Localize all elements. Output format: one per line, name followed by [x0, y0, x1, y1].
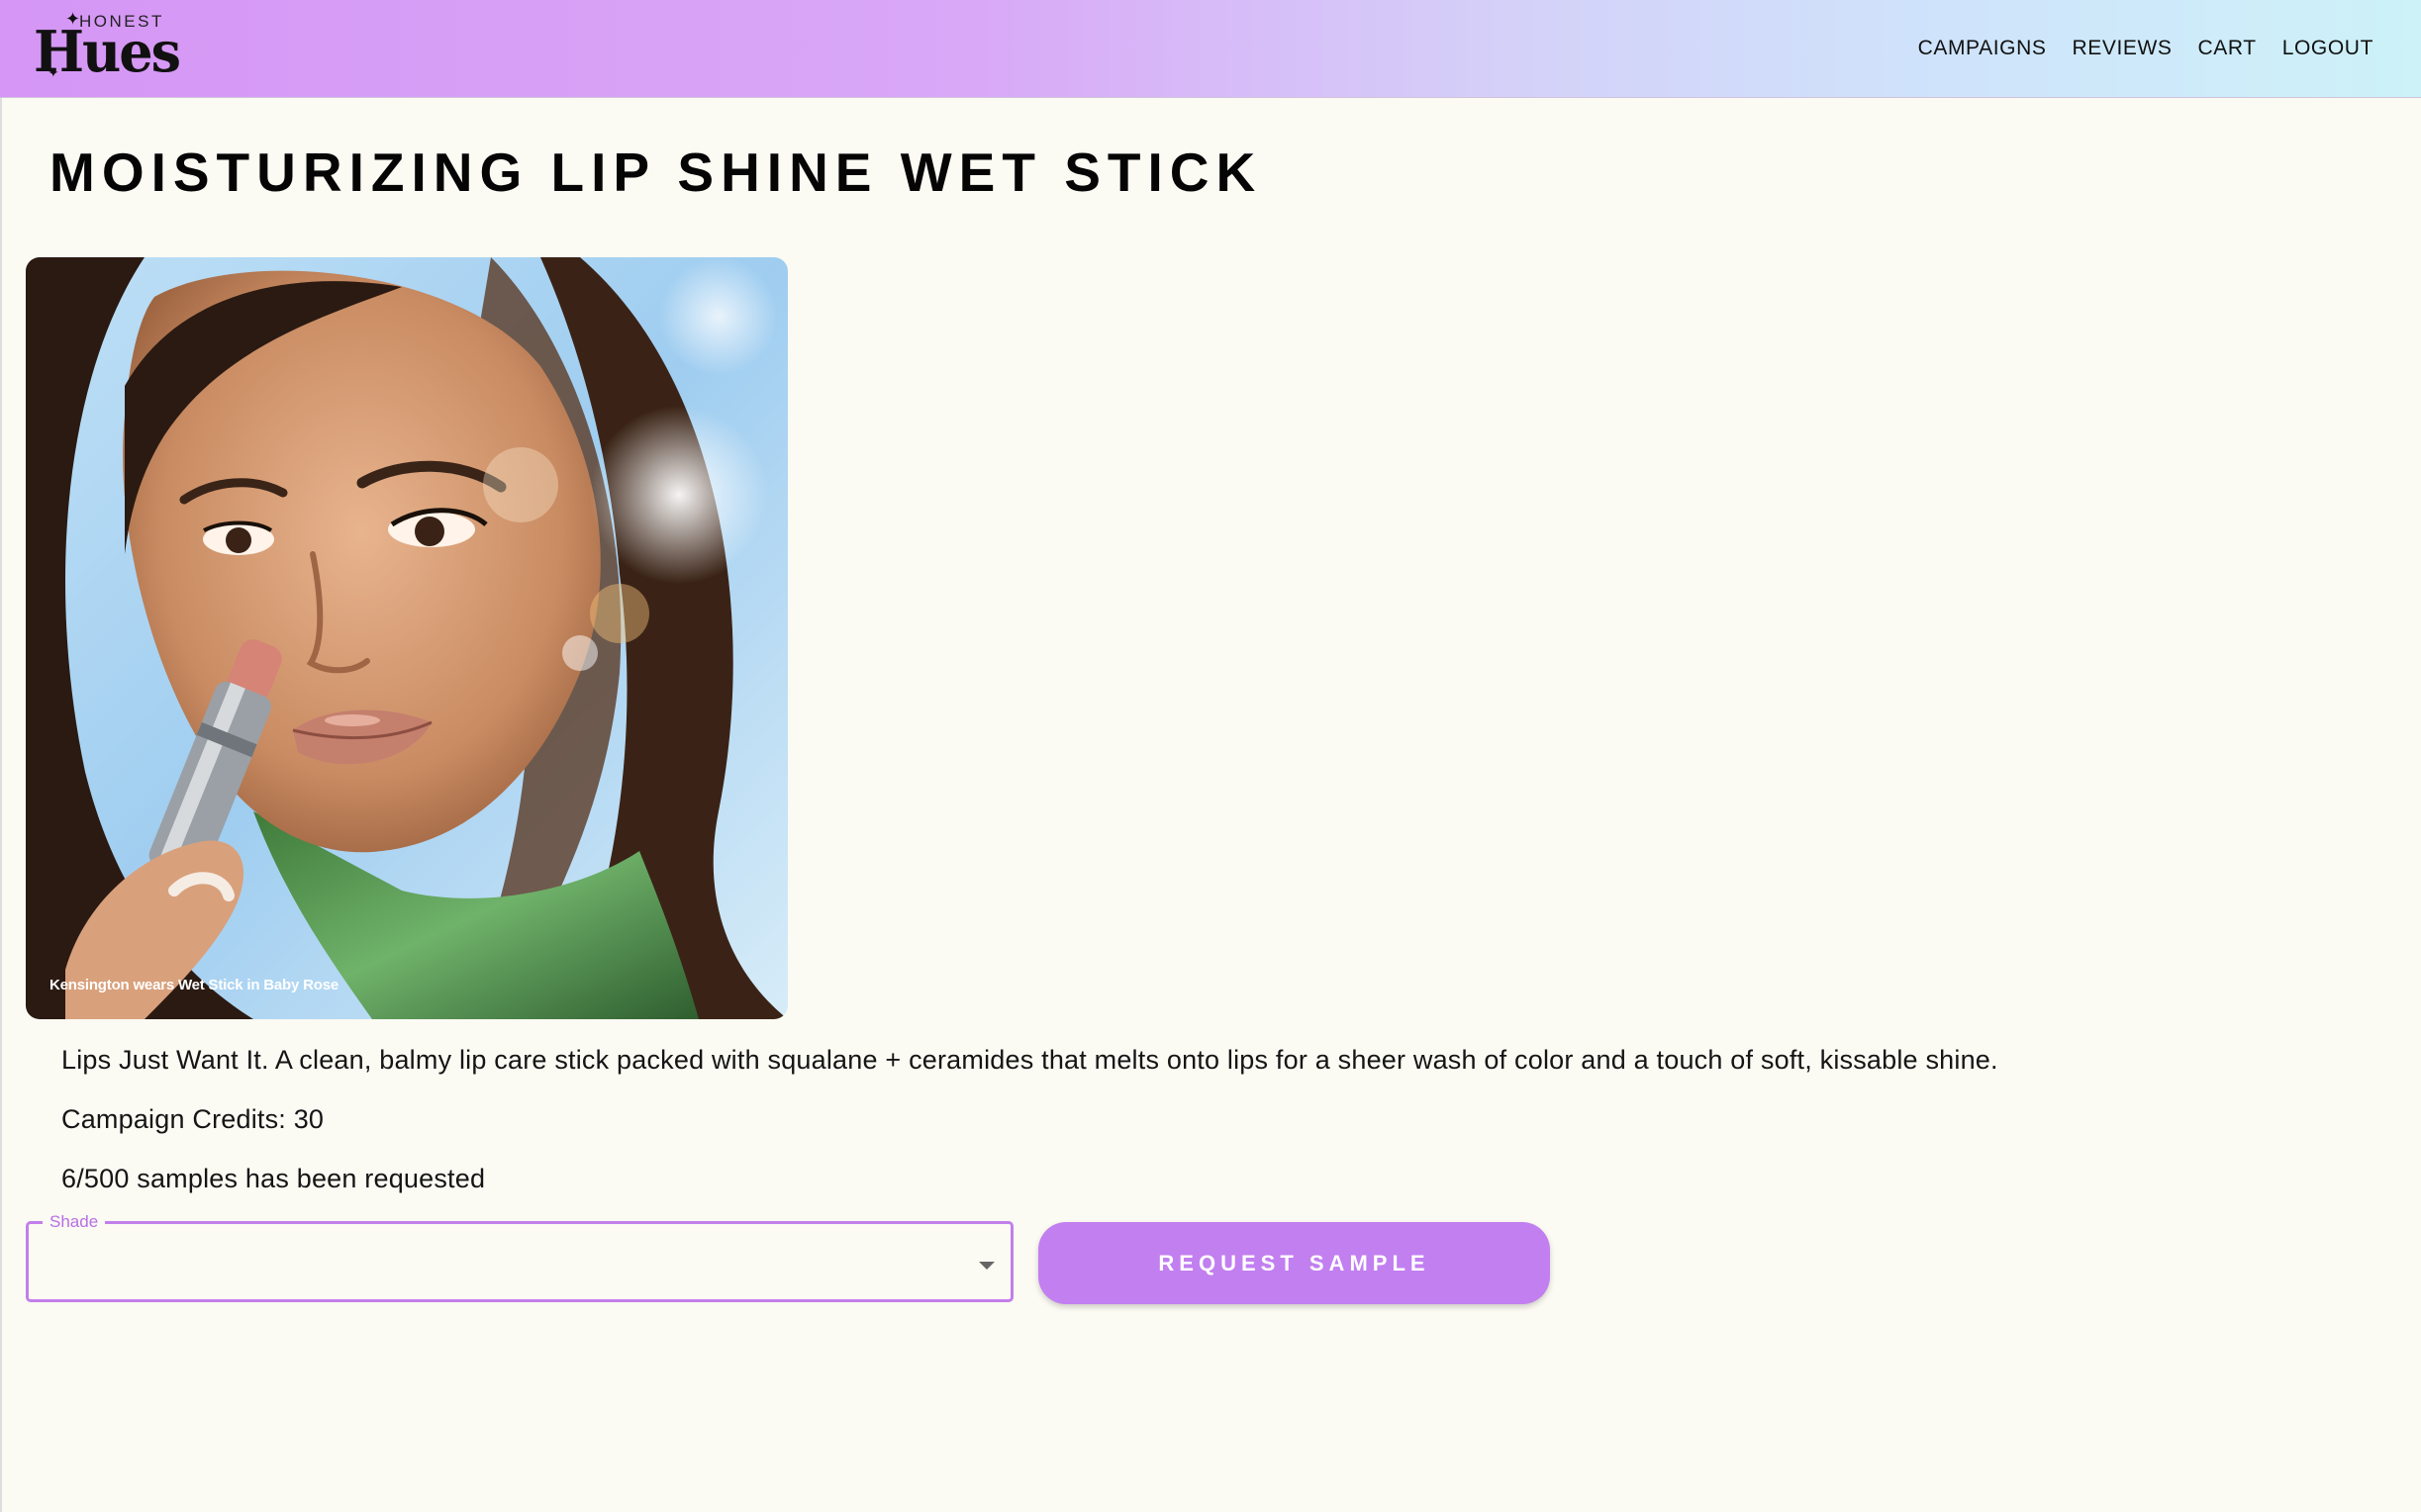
samples-requested-count: 6/500 samples has been requested [61, 1164, 486, 1193]
sparkle-icon: ✦ [48, 64, 59, 80]
chevron-down-icon[interactable] [979, 1262, 995, 1270]
image-caption: Kensington wears Wet Stick in Baby Rose [49, 977, 339, 993]
top-navigation-bar: ✦ HONEST Hues ✦ CAMPAIGNS REVIEWS CART L… [0, 0, 2421, 98]
request-sample-button[interactable]: REQUEST SAMPLE [1038, 1222, 1550, 1304]
window-edge [0, 97, 2, 1512]
nav-logout[interactable]: LOGOUT [2282, 37, 2373, 60]
product-description: Lips Just Want It. A clean, balmy lip ca… [61, 1045, 1998, 1075]
campaign-credits: Campaign Credits: 30 [61, 1104, 325, 1134]
product-image: Kensington wears Wet Stick in Baby Rose [26, 257, 788, 1019]
nav-cart[interactable]: CART [2198, 37, 2257, 60]
honest-hues-logo[interactable]: ✦ HONEST Hues ✦ [34, 10, 181, 85]
model-photo-illustration [26, 257, 788, 1019]
nav-campaigns[interactable]: CAMPAIGNS [1918, 37, 2047, 60]
product-title: MOISTURIZING LIP SHINE WET STICK [49, 142, 1263, 203]
shade-select-label: Shade [43, 1212, 106, 1232]
nav-reviews[interactable]: REVIEWS [2072, 37, 2172, 60]
main-nav: CAMPAIGNS REVIEWS CART LOGOUT [1918, 0, 2373, 97]
shade-select[interactable]: Shade [26, 1212, 1014, 1302]
